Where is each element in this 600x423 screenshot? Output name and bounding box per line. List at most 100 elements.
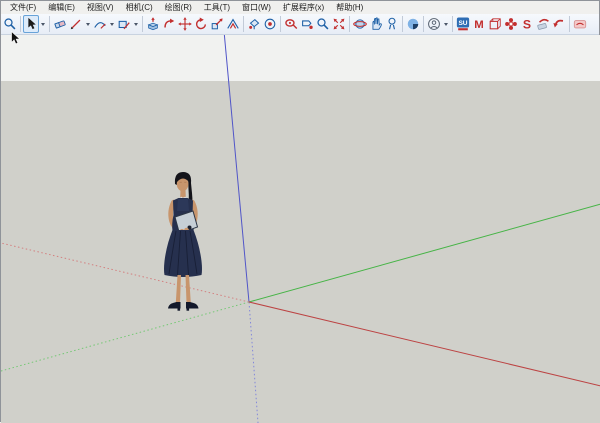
chevron-down-icon [444,22,448,26]
menu-item-extensions[interactable]: 扩展程序(x) [277,1,330,14]
menu-item-tools[interactable]: 工具(T) [198,1,236,14]
plugin-card-icon [573,20,587,29]
plugin-box-button[interactable] [487,15,503,33]
component-button[interactable] [262,15,278,33]
pushpull-tool-button[interactable] [145,15,161,33]
menu-item-edit[interactable]: 编辑(E) [42,1,81,14]
menu-item-view[interactable]: 视图(V) [81,1,120,14]
viewport-ground [1,81,600,423]
select-tool-button-dropdown[interactable] [39,15,47,33]
chevron-down-icon [86,22,90,26]
person-view-icon [428,18,440,30]
menu-item-file[interactable]: 文件(F) [4,1,42,14]
followme-icon [164,18,175,28]
face-camera-button[interactable] [426,15,442,33]
plugin-flower-icon [505,18,517,30]
plugin-undo-icon [553,19,564,28]
walk-icon [388,17,396,30]
arc-icon [94,22,106,29]
move-icon [178,17,192,31]
toolbar-separator [402,16,403,32]
svg-text:M: M [474,19,483,31]
face-camera-button-dropdown[interactable] [442,15,450,33]
plugin-sweep-button[interactable] [535,15,551,33]
pan-icon [372,17,382,30]
toolbar-separator [452,16,453,32]
toolbar-separator [349,16,350,32]
menu-item-camera[interactable]: 相机(C) [120,1,159,14]
arc-tool-button-dropdown[interactable] [108,15,116,33]
chevron-down-icon [110,22,114,26]
rotate-tool-button[interactable] [193,15,209,33]
pushpull-icon [147,17,159,31]
menu-bar: 文件(F) 编辑(E) 视图(V) 相机(C) 绘图(R) 工具(T) 窗口(W) 扩展程序(… [1,1,599,14]
svg-text:SU: SU [458,20,467,27]
scale-tool-button[interactable] [209,15,225,33]
scale-figure-woman [164,172,202,311]
rectangle-tool-button[interactable] [116,15,132,33]
label-tool-button[interactable] [299,15,315,33]
component-icon [264,18,276,30]
offset-tool-button[interactable] [225,15,241,33]
toolbar-separator [243,16,244,32]
menu-item-help[interactable]: 帮助(H) [330,1,369,14]
menu-item-draw[interactable]: 绘图(R) [159,1,198,14]
plugin-card-button[interactable] [572,15,588,33]
modeling-viewport[interactable] [1,35,600,423]
plugin-m-button[interactable]: M [471,15,487,33]
paint-bucket-button[interactable] [246,15,262,33]
zoom-extents-button[interactable] [331,15,347,33]
toolbar-separator [142,16,143,32]
plugin-undo-button[interactable] [551,15,567,33]
scale-figure[interactable] [149,169,219,314]
rectangle-tool-button-dropdown[interactable] [132,15,140,33]
offset-icon [227,18,239,29]
toolbar-separator [280,16,281,32]
eraser-tool-button[interactable] [52,15,68,33]
tape-measure-button[interactable] [283,15,299,33]
select-tool-button[interactable] [23,15,39,33]
su-badge-icon: SU [456,17,470,31]
suapp-button[interactable]: SU [455,15,471,33]
tape-measure-icon [285,19,298,30]
magnifier-icon [317,18,329,30]
toolbar-separator [49,16,50,32]
toolbar-separator [569,16,570,32]
select-arrow-icon [28,17,36,30]
orbit-tool-button[interactable] [352,15,368,33]
rotate-icon [195,17,207,30]
magnifier-icon [4,18,16,30]
chevron-down-icon [41,22,45,26]
plugin-s-icon: S [523,17,531,31]
paint-bucket-icon [249,18,260,30]
followme-tool-button[interactable] [161,15,177,33]
scale-icon [211,18,223,30]
magnifier-tool-button[interactable] [2,15,18,33]
eraser-icon [54,20,66,29]
label-icon [302,20,313,29]
orbit-icon [353,19,367,29]
move-tool-button[interactable] [177,15,193,33]
svg-text:S: S [523,17,531,31]
pan-tool-button[interactable] [368,15,384,33]
plugin-swoosh-icon [537,18,549,30]
toolbar-separator [423,16,424,32]
viewport-sky [1,35,600,81]
menu-item-window[interactable]: 窗口(W) [236,1,277,14]
position-camera-button[interactable] [405,15,421,33]
plugin-box-icon [489,18,501,30]
sketchup-window: 文件(F) 编辑(E) 视图(V) 相机(C) 绘图(R) 工具(T) 窗口(W) 扩展程序(… [0,0,600,423]
walk-tool-button[interactable] [384,15,400,33]
rectangle-icon [118,20,130,30]
plugin-flower-button[interactable] [503,15,519,33]
plugin-m-icon: M [474,19,483,31]
chevron-down-icon [134,22,138,26]
arc-tool-button[interactable] [92,15,108,33]
line-tool-button-dropdown[interactable] [84,15,92,33]
pencil-line-icon [70,19,81,30]
line-tool-button[interactable] [68,15,84,33]
zoom-tool-button[interactable] [315,15,331,33]
zoom-extents-icon [333,18,345,30]
plugin-s-button[interactable]: S [519,15,535,33]
toolbar: SU M S [1,14,599,35]
